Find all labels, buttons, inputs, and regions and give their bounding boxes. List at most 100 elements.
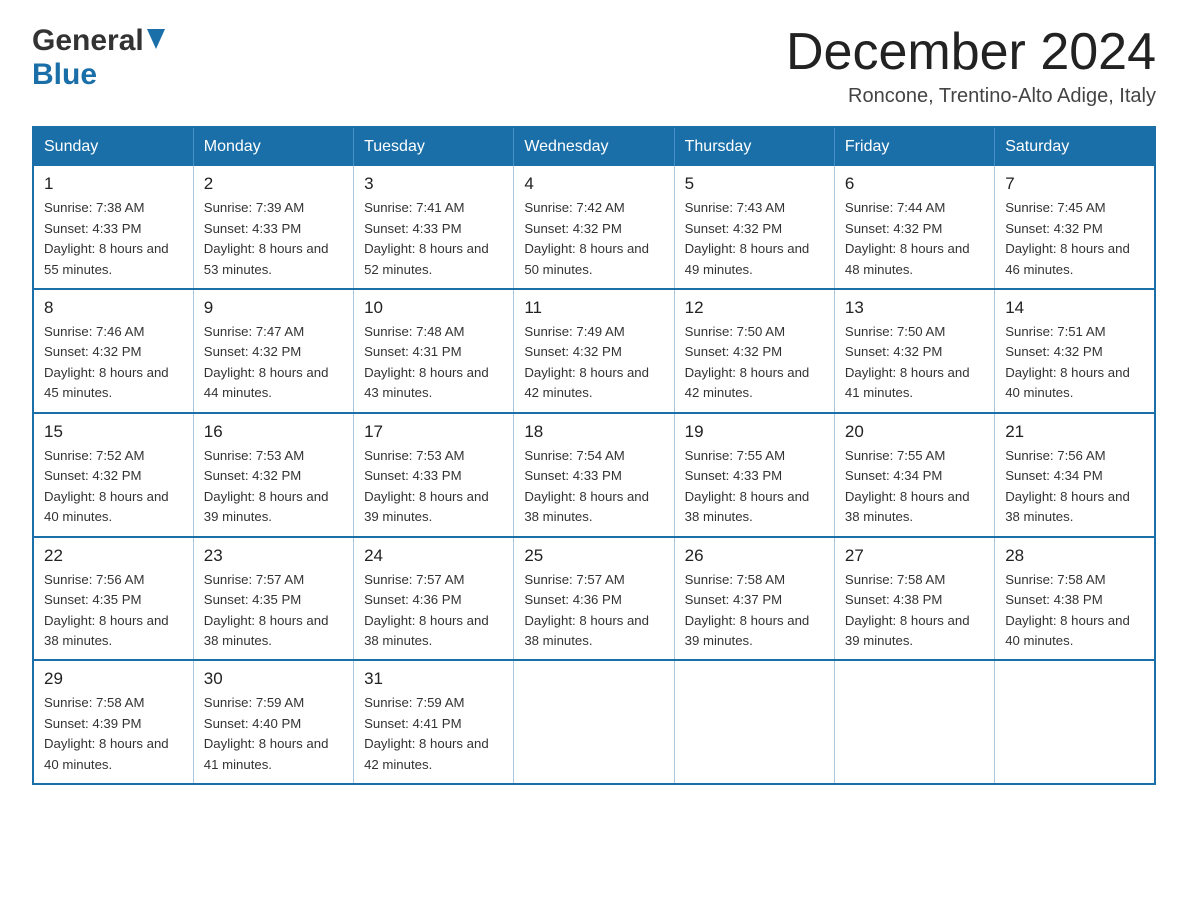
day-detail: Sunrise: 7:52 AM Sunset: 4:32 PM Dayligh… (44, 446, 183, 528)
day-detail: Sunrise: 7:55 AM Sunset: 4:33 PM Dayligh… (685, 446, 824, 528)
day-of-week-header: Wednesday (514, 127, 674, 166)
logo-general-text: General (32, 24, 144, 58)
day-detail: Sunrise: 7:57 AM Sunset: 4:35 PM Dayligh… (204, 570, 343, 652)
day-detail: Sunrise: 7:53 AM Sunset: 4:32 PM Dayligh… (204, 446, 343, 528)
day-number: 6 (845, 174, 984, 194)
day-number: 24 (364, 546, 503, 566)
day-number: 2 (204, 174, 343, 194)
day-of-week-header: Monday (193, 127, 353, 166)
calendar-day-cell: 18 Sunrise: 7:54 AM Sunset: 4:33 PM Dayl… (514, 413, 674, 537)
day-detail: Sunrise: 7:50 AM Sunset: 4:32 PM Dayligh… (845, 322, 984, 404)
calendar-day-cell: 20 Sunrise: 7:55 AM Sunset: 4:34 PM Dayl… (834, 413, 994, 537)
calendar-day-cell: 19 Sunrise: 7:55 AM Sunset: 4:33 PM Dayl… (674, 413, 834, 537)
calendar-location: Roncone, Trentino-Alto Adige, Italy (786, 85, 1156, 108)
calendar-day-cell: 21 Sunrise: 7:56 AM Sunset: 4:34 PM Dayl… (995, 413, 1155, 537)
day-detail: Sunrise: 7:49 AM Sunset: 4:32 PM Dayligh… (524, 322, 663, 404)
day-number: 16 (204, 422, 343, 442)
day-detail: Sunrise: 7:53 AM Sunset: 4:33 PM Dayligh… (364, 446, 503, 528)
day-of-week-header: Sunday (33, 127, 193, 166)
calendar-day-cell (834, 660, 994, 784)
calendar-day-cell: 13 Sunrise: 7:50 AM Sunset: 4:32 PM Dayl… (834, 289, 994, 413)
calendar-day-cell: 14 Sunrise: 7:51 AM Sunset: 4:32 PM Dayl… (995, 289, 1155, 413)
day-number: 3 (364, 174, 503, 194)
day-detail: Sunrise: 7:48 AM Sunset: 4:31 PM Dayligh… (364, 322, 503, 404)
day-number: 11 (524, 298, 663, 318)
day-number: 8 (44, 298, 183, 318)
day-number: 1 (44, 174, 183, 194)
calendar-day-cell: 23 Sunrise: 7:57 AM Sunset: 4:35 PM Dayl… (193, 537, 353, 661)
calendar-day-cell (674, 660, 834, 784)
day-number: 14 (1005, 298, 1144, 318)
day-number: 12 (685, 298, 824, 318)
calendar-day-cell: 7 Sunrise: 7:45 AM Sunset: 4:32 PM Dayli… (995, 166, 1155, 289)
day-detail: Sunrise: 7:43 AM Sunset: 4:32 PM Dayligh… (685, 198, 824, 280)
day-detail: Sunrise: 7:57 AM Sunset: 4:36 PM Dayligh… (364, 570, 503, 652)
logo: General Blue (32, 24, 165, 92)
day-number: 9 (204, 298, 343, 318)
calendar-day-cell: 17 Sunrise: 7:53 AM Sunset: 4:33 PM Dayl… (354, 413, 514, 537)
day-detail: Sunrise: 7:55 AM Sunset: 4:34 PM Dayligh… (845, 446, 984, 528)
day-of-week-header: Friday (834, 127, 994, 166)
day-number: 15 (44, 422, 183, 442)
day-detail: Sunrise: 7:42 AM Sunset: 4:32 PM Dayligh… (524, 198, 663, 280)
day-detail: Sunrise: 7:44 AM Sunset: 4:32 PM Dayligh… (845, 198, 984, 280)
day-detail: Sunrise: 7:57 AM Sunset: 4:36 PM Dayligh… (524, 570, 663, 652)
calendar-day-cell (514, 660, 674, 784)
day-number: 4 (524, 174, 663, 194)
calendar-day-cell: 11 Sunrise: 7:49 AM Sunset: 4:32 PM Dayl… (514, 289, 674, 413)
day-of-week-header: Tuesday (354, 127, 514, 166)
calendar-day-cell: 8 Sunrise: 7:46 AM Sunset: 4:32 PM Dayli… (33, 289, 193, 413)
day-detail: Sunrise: 7:38 AM Sunset: 4:33 PM Dayligh… (44, 198, 183, 280)
calendar-day-cell (995, 660, 1155, 784)
calendar-day-cell: 12 Sunrise: 7:50 AM Sunset: 4:32 PM Dayl… (674, 289, 834, 413)
day-detail: Sunrise: 7:41 AM Sunset: 4:33 PM Dayligh… (364, 198, 503, 280)
day-number: 20 (845, 422, 984, 442)
day-detail: Sunrise: 7:58 AM Sunset: 4:39 PM Dayligh… (44, 693, 183, 775)
calendar-day-cell: 28 Sunrise: 7:58 AM Sunset: 4:38 PM Dayl… (995, 537, 1155, 661)
calendar-title: December 2024 (786, 24, 1156, 81)
calendar-week-row: 1 Sunrise: 7:38 AM Sunset: 4:33 PM Dayli… (33, 166, 1155, 289)
day-number: 21 (1005, 422, 1144, 442)
page-header: General Blue December 2024 Roncone, Tren… (32, 24, 1156, 108)
day-number: 25 (524, 546, 663, 566)
calendar-day-cell: 15 Sunrise: 7:52 AM Sunset: 4:32 PM Dayl… (33, 413, 193, 537)
day-detail: Sunrise: 7:58 AM Sunset: 4:38 PM Dayligh… (1005, 570, 1144, 652)
calendar-week-row: 22 Sunrise: 7:56 AM Sunset: 4:35 PM Dayl… (33, 537, 1155, 661)
calendar-day-cell: 5 Sunrise: 7:43 AM Sunset: 4:32 PM Dayli… (674, 166, 834, 289)
day-detail: Sunrise: 7:51 AM Sunset: 4:32 PM Dayligh… (1005, 322, 1144, 404)
calendar-table: SundayMondayTuesdayWednesdayThursdayFrid… (32, 126, 1156, 785)
calendar-day-cell: 24 Sunrise: 7:57 AM Sunset: 4:36 PM Dayl… (354, 537, 514, 661)
calendar-day-cell: 30 Sunrise: 7:59 AM Sunset: 4:40 PM Dayl… (193, 660, 353, 784)
day-detail: Sunrise: 7:58 AM Sunset: 4:38 PM Dayligh… (845, 570, 984, 652)
calendar-day-cell: 16 Sunrise: 7:53 AM Sunset: 4:32 PM Dayl… (193, 413, 353, 537)
day-number: 17 (364, 422, 503, 442)
calendar-day-cell: 2 Sunrise: 7:39 AM Sunset: 4:33 PM Dayli… (193, 166, 353, 289)
calendar-day-cell: 3 Sunrise: 7:41 AM Sunset: 4:33 PM Dayli… (354, 166, 514, 289)
calendar-day-cell: 27 Sunrise: 7:58 AM Sunset: 4:38 PM Dayl… (834, 537, 994, 661)
day-detail: Sunrise: 7:47 AM Sunset: 4:32 PM Dayligh… (204, 322, 343, 404)
day-number: 31 (364, 669, 503, 689)
calendar-day-cell: 29 Sunrise: 7:58 AM Sunset: 4:39 PM Dayl… (33, 660, 193, 784)
day-detail: Sunrise: 7:59 AM Sunset: 4:41 PM Dayligh… (364, 693, 503, 775)
calendar-day-cell: 26 Sunrise: 7:58 AM Sunset: 4:37 PM Dayl… (674, 537, 834, 661)
day-of-week-header: Thursday (674, 127, 834, 166)
calendar-week-row: 15 Sunrise: 7:52 AM Sunset: 4:32 PM Dayl… (33, 413, 1155, 537)
calendar-day-cell: 22 Sunrise: 7:56 AM Sunset: 4:35 PM Dayl… (33, 537, 193, 661)
calendar-header-row: SundayMondayTuesdayWednesdayThursdayFrid… (33, 127, 1155, 166)
day-detail: Sunrise: 7:59 AM Sunset: 4:40 PM Dayligh… (204, 693, 343, 775)
day-detail: Sunrise: 7:58 AM Sunset: 4:37 PM Dayligh… (685, 570, 824, 652)
logo-arrow-icon (147, 29, 165, 54)
day-detail: Sunrise: 7:54 AM Sunset: 4:33 PM Dayligh… (524, 446, 663, 528)
calendar-day-cell: 25 Sunrise: 7:57 AM Sunset: 4:36 PM Dayl… (514, 537, 674, 661)
logo-blue-text: Blue (32, 58, 97, 91)
day-number: 19 (685, 422, 824, 442)
day-number: 28 (1005, 546, 1144, 566)
day-number: 10 (364, 298, 503, 318)
calendar-week-row: 8 Sunrise: 7:46 AM Sunset: 4:32 PM Dayli… (33, 289, 1155, 413)
day-detail: Sunrise: 7:56 AM Sunset: 4:35 PM Dayligh… (44, 570, 183, 652)
calendar-week-row: 29 Sunrise: 7:58 AM Sunset: 4:39 PM Dayl… (33, 660, 1155, 784)
calendar-day-cell: 9 Sunrise: 7:47 AM Sunset: 4:32 PM Dayli… (193, 289, 353, 413)
day-number: 22 (44, 546, 183, 566)
day-detail: Sunrise: 7:39 AM Sunset: 4:33 PM Dayligh… (204, 198, 343, 280)
day-number: 27 (845, 546, 984, 566)
